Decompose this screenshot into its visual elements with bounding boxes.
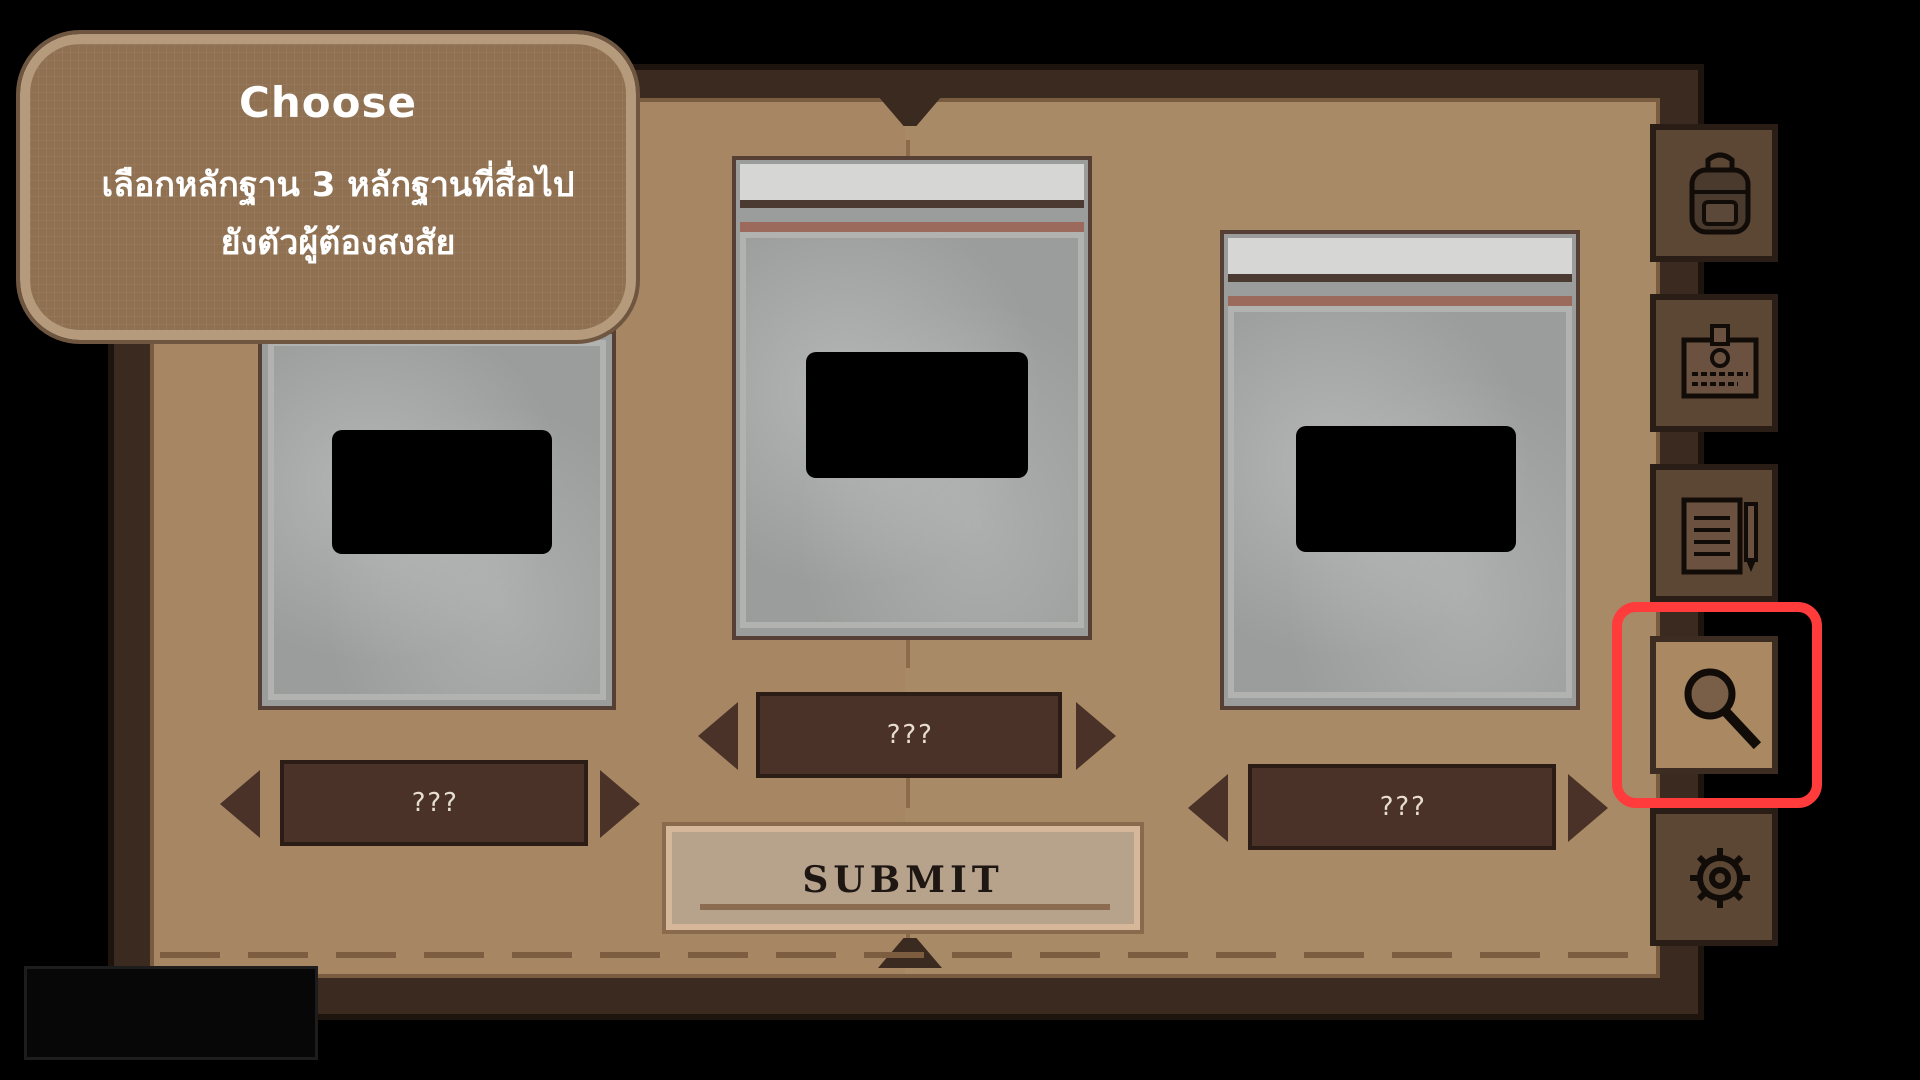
gear-icon xyxy=(1690,848,1750,908)
background-ghost-panel xyxy=(24,966,318,1060)
submit-button[interactable]: SUBMIT xyxy=(662,822,1144,934)
slot-3-next-button[interactable] xyxy=(1568,774,1608,842)
slot-1-prev-button[interactable] xyxy=(220,770,260,838)
evidence-card-3-image xyxy=(1296,426,1516,552)
book-bottom-edge xyxy=(160,952,1650,958)
evidence-card-3-band-line2 xyxy=(1228,296,1572,306)
slot-2-next-button[interactable] xyxy=(1076,702,1116,770)
tab-id-card[interactable] xyxy=(1650,294,1778,432)
evidence-card-1-image xyxy=(332,430,552,554)
tab-notepad[interactable] xyxy=(1650,464,1778,602)
tab-highlight-outline xyxy=(1612,602,1822,808)
evidence-card-2-image xyxy=(806,352,1028,478)
evidence-card-2-band-line2 xyxy=(740,222,1084,232)
backpack-icon xyxy=(1689,152,1751,235)
slot-3-prev-button[interactable] xyxy=(1188,774,1228,842)
slot-2-selector[interactable]: ??? xyxy=(756,692,1062,778)
slot-1-selector[interactable]: ??? xyxy=(280,760,588,846)
instruction-body: เลือกหลักฐาน 3 หลักฐานที่สื่อไป ยังตัวผู… xyxy=(70,156,606,272)
slot-1-label: ??? xyxy=(410,788,458,818)
slot-3-label: ??? xyxy=(1378,792,1426,822)
submit-underline xyxy=(700,904,1110,910)
tab-settings[interactable] xyxy=(1650,808,1778,946)
evidence-card-3-band-line xyxy=(1228,274,1572,282)
slot-2-prev-button[interactable] xyxy=(698,702,738,770)
slot-1-next-button[interactable] xyxy=(600,770,640,838)
evidence-card-2-band-line xyxy=(740,200,1084,208)
instruction-title: Choose xyxy=(239,78,417,127)
instruction-line-1: เลือกหลักฐาน 3 หลักฐานที่สื่อไป xyxy=(101,165,575,205)
submit-label: SUBMIT xyxy=(802,859,1004,901)
evidence-card-3[interactable] xyxy=(1220,230,1580,710)
slot-2-label: ??? xyxy=(885,720,933,750)
notepad-icon xyxy=(1681,497,1758,575)
slot-3-selector[interactable]: ??? xyxy=(1248,764,1556,850)
id-card-icon xyxy=(1681,324,1759,399)
evidence-card-3-band xyxy=(1228,238,1572,274)
evidence-card-2[interactable] xyxy=(732,156,1092,640)
evidence-card-1[interactable] xyxy=(258,330,616,710)
instruction-panel: Choose เลือกหลักฐาน 3 หลักฐานที่สื่อไป ย… xyxy=(16,30,640,344)
evidence-card-2-band xyxy=(740,164,1084,200)
instruction-line-2: ยังตัวผู้ต้องสงสัย xyxy=(220,223,456,263)
tab-backpack[interactable] xyxy=(1650,124,1778,262)
